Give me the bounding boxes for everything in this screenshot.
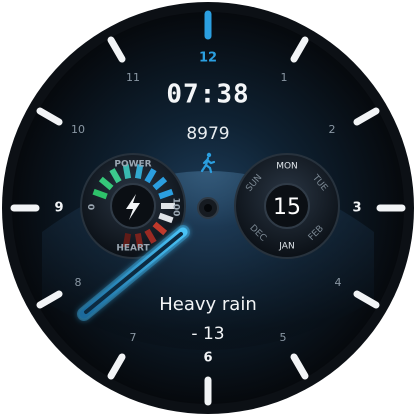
hour-numeral-6: 6 [203,351,212,366]
hour-numeral-2: 2 [329,123,336,136]
hour-numeral-1: 1 [281,71,288,84]
temperature: - 13 [191,324,224,344]
watch-face: 12 1 2 3 4 5 6 7 8 9 10 11 07:38 8979 PO… [2,2,414,414]
hour-numeral-5: 5 [280,331,287,344]
power-gauge-min: 0 [88,204,98,210]
day-mon: MON [276,162,298,172]
hour-numeral-3: 3 [352,201,361,216]
weather-condition: Heavy rain [159,294,257,315]
power-gauge-title: POWER [114,160,151,170]
power-gauge-max: 100 [171,198,181,217]
hour-numeral-11: 11 [126,71,140,84]
hour-numeral-9: 9 [54,201,63,216]
power-gauge-bottom-label: HEART [116,244,150,254]
date-dial: 15 SUN MON TUE DEC JAN FEB [234,153,340,259]
hour-numeral-10: 10 [71,123,85,136]
hour-numeral-4: 4 [335,276,342,289]
date-number: 15 [273,195,301,220]
digital-time: 07:38 [166,80,249,110]
hour-numeral-7: 7 [130,331,137,344]
hour-numeral-8: 8 [75,276,82,289]
step-count: 8979 [186,124,229,144]
hour-numeral-12: 12 [199,51,217,66]
month-jan: JAN [278,242,294,252]
